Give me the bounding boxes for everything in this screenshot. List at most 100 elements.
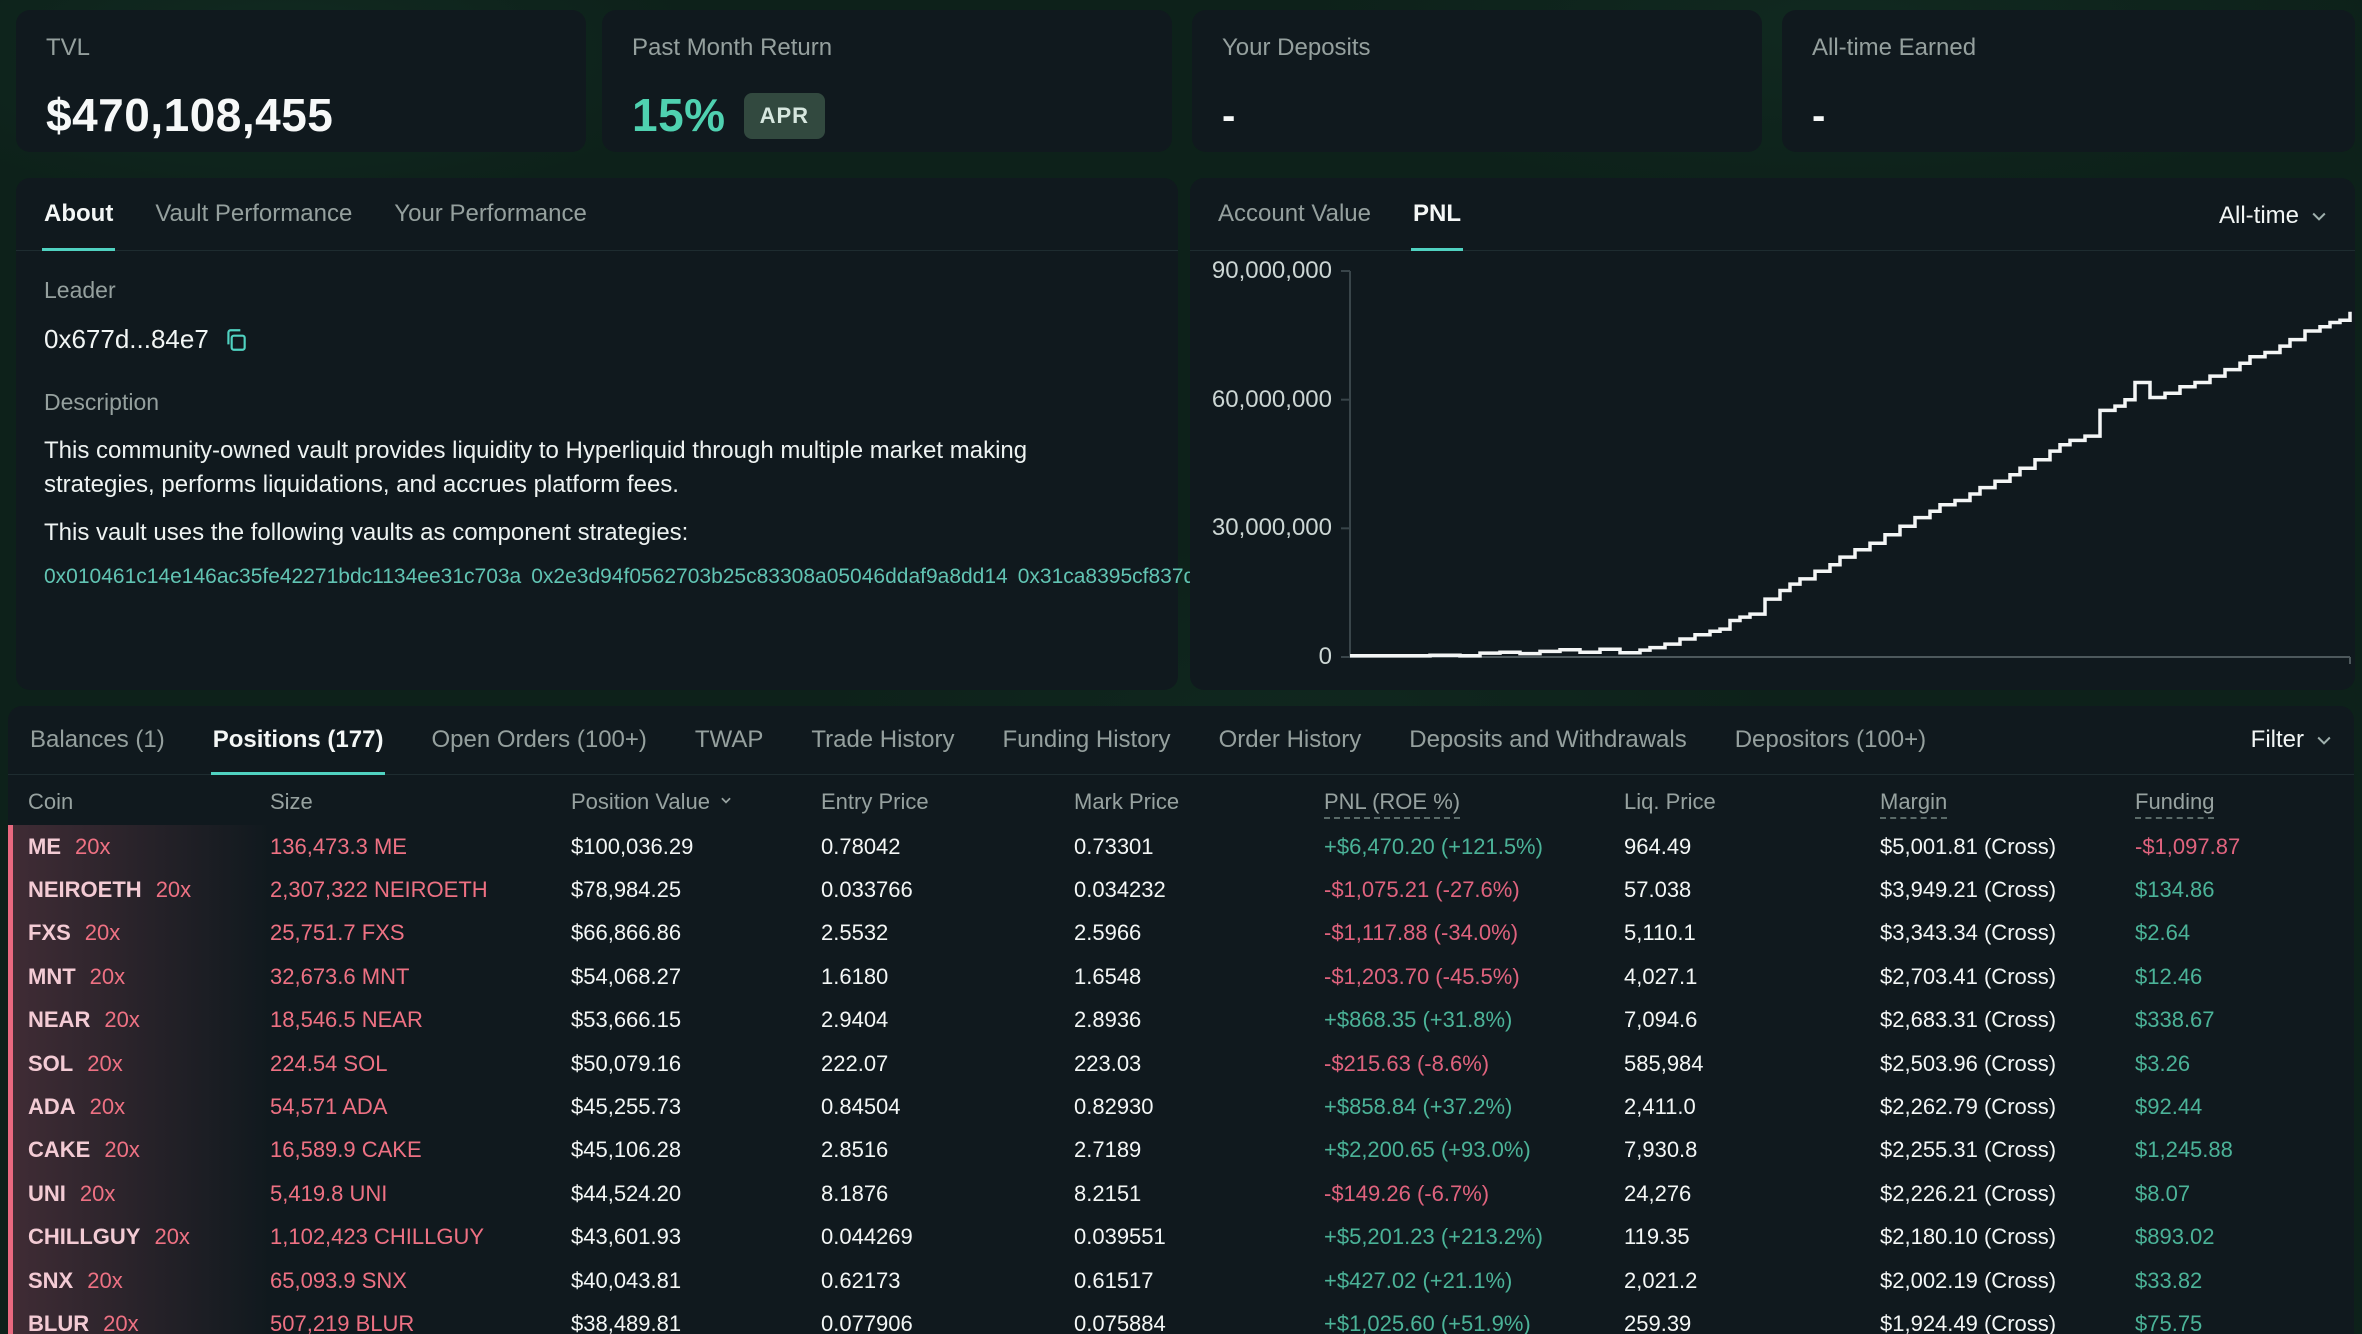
coin-symbol: SNX (28, 1268, 73, 1294)
pnl-cell: -$1,117.88 (-34.0%) (1324, 920, 1624, 946)
strategy-address-link[interactable]: 0x2e3d94f0562703b25c83308a05046ddaf9a8dd… (531, 565, 1007, 588)
strategy-address-link[interactable]: 0x010461c14e146ac35fe42271bdc1134ee31c70… (44, 565, 521, 588)
coin-cell[interactable]: MNT 20x (8, 955, 270, 998)
tab-balances-1[interactable]: Balances (1) (28, 706, 167, 775)
column-header-liq-price[interactable]: Liq. Price (1624, 789, 1880, 815)
margin-cell: $3,949.21 (Cross) (1880, 877, 2135, 903)
tab-positions-177[interactable]: Positions (177) (211, 706, 386, 775)
margin-cell: $2,262.79 (Cross) (1880, 1094, 2135, 1120)
tab-order-history[interactable]: Order History (1217, 706, 1364, 775)
coin-cell[interactable]: ME20x (8, 825, 270, 868)
leverage-badge: 20x (90, 1094, 125, 1120)
size-cell: 32,673.6 MNT (270, 964, 571, 990)
copy-icon[interactable] (223, 327, 249, 353)
position-row[interactable]: FXS20x 25,751.7 FXS $66,866.86 2.5532 2.… (8, 912, 2354, 955)
tab-deposits-and-withdrawals[interactable]: Deposits and Withdrawals (1407, 706, 1688, 775)
funding-cell: $893.02 (2135, 1224, 2354, 1250)
leverage-badge: 20x (87, 1051, 122, 1077)
tab-your-performance[interactable]: Your Performance (392, 178, 589, 251)
filter-dropdown[interactable]: Filter (2251, 726, 2334, 774)
coin-cell[interactable]: ADA20x (8, 1085, 270, 1128)
margin-cell: $1,924.49 (Cross) (1880, 1311, 2135, 1334)
tab-open-orders-100[interactable]: Open Orders (100+) (429, 706, 648, 775)
coin-cell[interactable]: BLUR 20x (8, 1302, 270, 1334)
tab-funding-history[interactable]: Funding History (1000, 706, 1172, 775)
stat-value: $470,108,455 (46, 88, 556, 142)
stat-card-tvl: TVL $470,108,455 (16, 10, 586, 152)
position-row[interactable]: SOL20x 224.54 SOL $50,079.16 222.07 223.… (8, 1042, 2354, 1085)
tab-account-value[interactable]: Account Value (1216, 178, 1373, 251)
position-row[interactable]: ADA20x 54,571 ADA $45,255.73 0.84504 0.8… (8, 1085, 2354, 1128)
column-header-entry-price[interactable]: Entry Price (821, 789, 1074, 815)
position-row[interactable]: SNX20x 65,093.9 SNX $40,043.81 0.62173 0… (8, 1259, 2354, 1302)
column-header-position-value[interactable]: Position Value (571, 789, 821, 815)
tab-about[interactable]: About (42, 178, 115, 251)
mark-price-cell: 0.039551 (1074, 1224, 1324, 1250)
coin-cell[interactable]: SOL 20x (8, 1042, 270, 1085)
position-row[interactable]: NEIROETH20x 2,307,322 NEIROETH $78,984.2… (8, 868, 2354, 911)
coin-cell[interactable]: UNI20x (8, 1172, 270, 1215)
tab-vault-performance[interactable]: Vault Performance (153, 178, 354, 251)
mark-price-cell: 0.61517 (1074, 1268, 1324, 1294)
mark-price-cell: 0.075884 (1074, 1311, 1324, 1334)
column-header-pnl-roe[interactable]: PNL (ROE %) (1324, 789, 1624, 815)
chart-panel: Account ValuePNL All-time 030,000,00060,… (1190, 178, 2355, 690)
coin-symbol: MNT (28, 964, 76, 990)
size-cell: 65,093.9 SNX (270, 1268, 571, 1294)
coin-symbol: NEIROETH (28, 877, 142, 903)
position-row[interactable]: CAKE20x 16,589.9 CAKE $45,106.28 2.8516 … (8, 1129, 2354, 1172)
funding-cell: $12.46 (2135, 964, 2354, 990)
leverage-badge: 20x (85, 920, 120, 946)
position-row[interactable]: CHILLGUY20x 1,102,423 CHILLGUY $43,601.9… (8, 1216, 2354, 1259)
funding-cell: $3.26 (2135, 1051, 2354, 1077)
entry-price-cell: 0.044269 (821, 1224, 1074, 1250)
coin-symbol: SOL (28, 1051, 73, 1077)
coin-cell[interactable]: SNX20x (8, 1259, 270, 1302)
position-value-cell: $50,079.16 (571, 1051, 821, 1077)
position-row[interactable]: ME20x 136,473.3 ME $100,036.29 0.78042 0… (8, 825, 2354, 868)
tab-twap[interactable]: TWAP (693, 706, 765, 775)
column-header-mark-price[interactable]: Mark Price (1074, 789, 1324, 815)
tab-trade-history[interactable]: Trade History (809, 706, 956, 775)
coin-cell[interactable]: CHILLGUY20x (8, 1216, 270, 1259)
pnl-cell: +$5,201.23 (+213.2%) (1324, 1224, 1624, 1250)
time-range-select[interactable]: All-time (2219, 202, 2329, 230)
coin-cell[interactable]: NEIROETH20x (8, 868, 270, 911)
entry-price-cell: 0.78042 (821, 834, 1074, 860)
tab-depositors-100[interactable]: Depositors (100+) (1733, 706, 1928, 775)
description-paragraph: This community-owned vault provides liqu… (44, 434, 1034, 502)
margin-cell: $2,255.31 (Cross) (1880, 1137, 2135, 1163)
position-row[interactable]: UNI20x 5,419.8 UNI $44,524.20 8.1876 8.2… (8, 1172, 2354, 1215)
column-header-size[interactable]: Size (270, 789, 571, 815)
entry-price-cell: 2.8516 (821, 1137, 1074, 1163)
position-row[interactable]: BLUR20x 507,219 BLUR $38,489.81 0.077906… (8, 1302, 2354, 1334)
position-row[interactable]: NEAR20x 18,546.5 NEAR $53,666.15 2.9404 … (8, 999, 2354, 1042)
mark-price-cell: 8.2151 (1074, 1181, 1324, 1207)
leverage-badge: 20x (103, 1311, 138, 1334)
column-header-funding[interactable]: Funding (2135, 789, 2354, 815)
liq-price-cell: 4,027.1 (1624, 964, 1880, 990)
funding-cell: $8.07 (2135, 1181, 2354, 1207)
column-header-coin[interactable]: Coin (8, 789, 270, 815)
coin-cell[interactable]: NEAR20x (8, 999, 270, 1042)
stat-label: Your Deposits (1222, 34, 1732, 62)
funding-cell: $33.82 (2135, 1268, 2354, 1294)
entry-price-cell: 2.9404 (821, 1007, 1074, 1033)
funding-cell: $338.67 (2135, 1007, 2354, 1033)
position-value-cell: $43,601.93 (571, 1224, 821, 1250)
coin-cell[interactable]: CAKE20x (8, 1129, 270, 1172)
leader-label: Leader (44, 277, 1150, 304)
position-value-cell: $53,666.15 (571, 1007, 821, 1033)
tab-pnl[interactable]: PNL (1411, 178, 1463, 251)
about-panel: About Vault Performance Your Performance L… (16, 178, 1178, 690)
pnl-cell: -$215.63 (-8.6%) (1324, 1051, 1624, 1077)
strategy-address-links: 0x010461c14e146ac35fe42271bdc1134ee31c70… (44, 562, 1074, 592)
leverage-badge: 20x (90, 964, 125, 990)
column-header-margin[interactable]: Margin (1880, 789, 2135, 815)
coin-symbol: BLUR (28, 1311, 89, 1334)
size-cell: 2,307,322 NEIROETH (270, 877, 571, 903)
margin-cell: $2,683.31 (Cross) (1880, 1007, 2135, 1033)
chart-tabs: Account Value PNL (1190, 178, 2355, 251)
position-row[interactable]: MNT20x 32,673.6 MNT $54,068.27 1.6180 1.… (8, 955, 2354, 998)
coin-cell[interactable]: FXS20x (8, 912, 270, 955)
